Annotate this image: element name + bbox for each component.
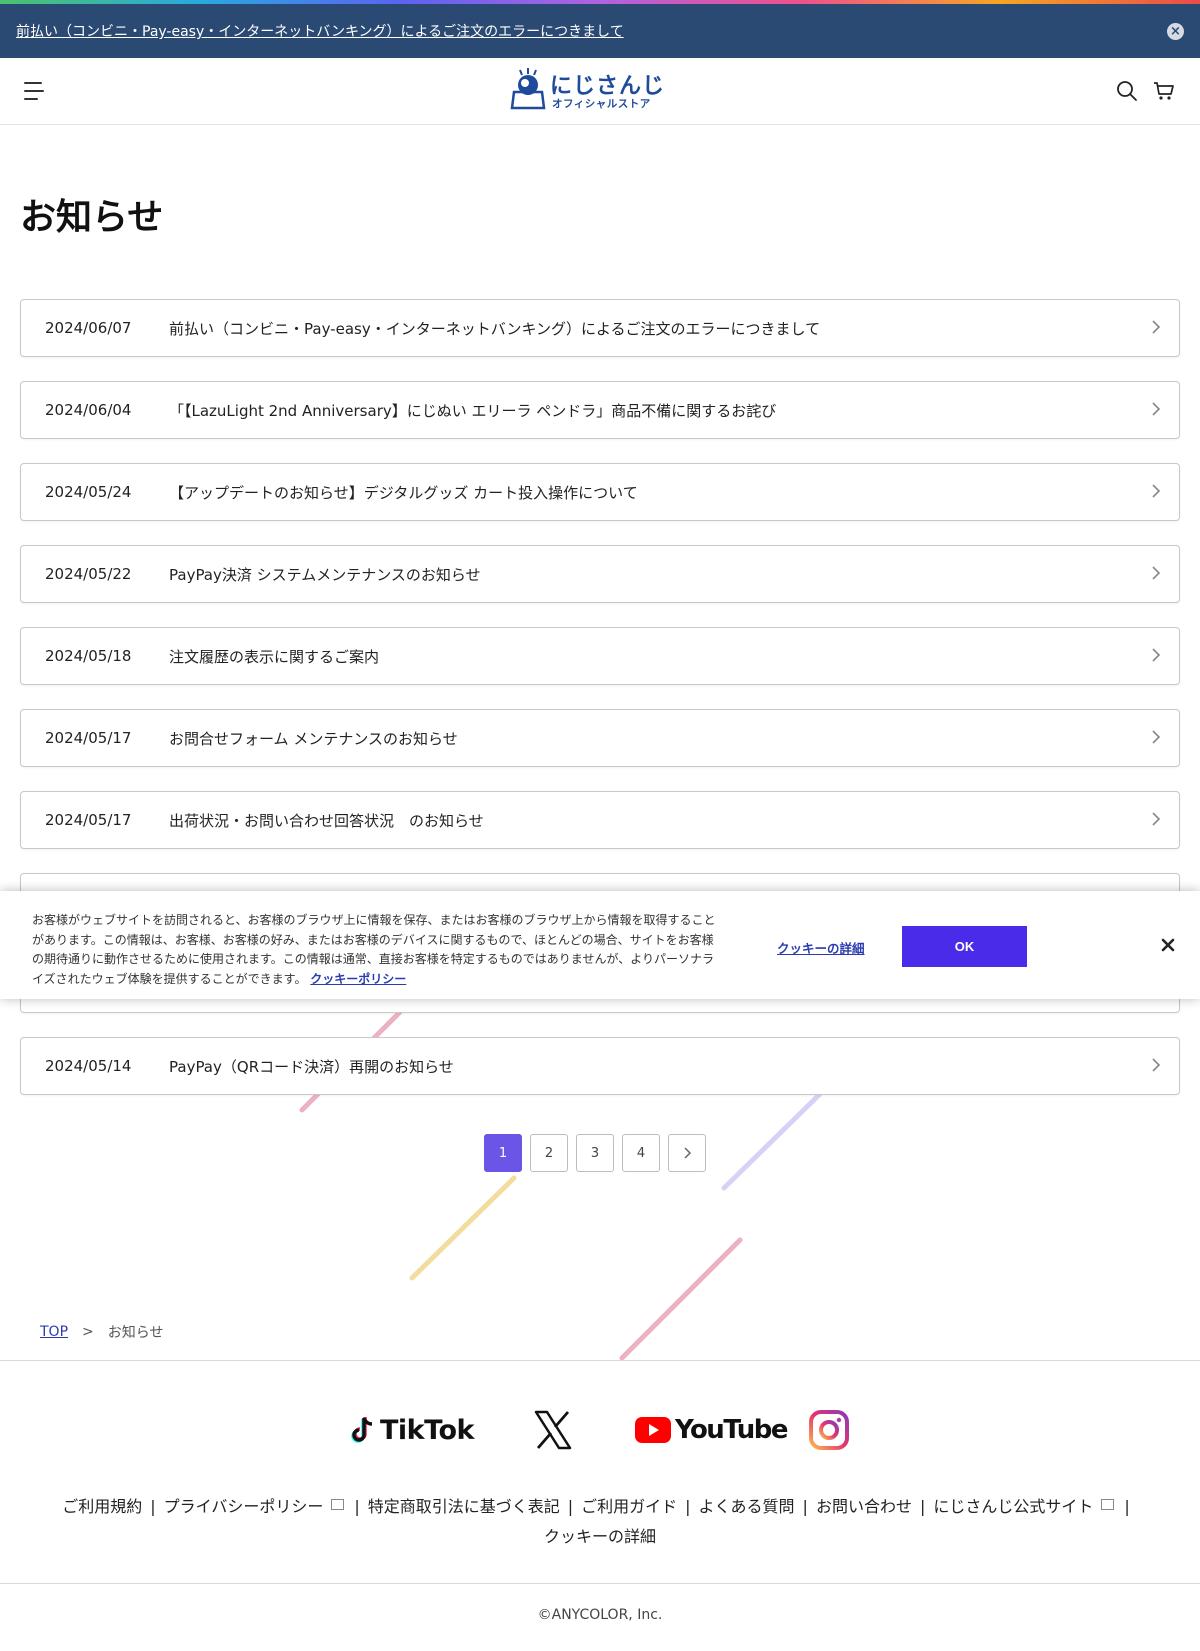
news-item[interactable]: 2024/05/14 PayPay（QRコード決済）再開のお知らせ xyxy=(20,1037,1180,1095)
pagination: 1 2 3 4 xyxy=(484,1134,706,1172)
chevron-right-icon xyxy=(1152,730,1161,744)
news-item[interactable]: 2024/05/17 お問合せフォーム メンテナンスのお知らせ xyxy=(20,709,1180,767)
search-icon[interactable] xyxy=(1114,78,1140,104)
footer-divider xyxy=(0,1360,1200,1361)
tiktok-label: TikTok xyxy=(380,1414,474,1446)
news-item[interactable]: 2024/05/24 【アップデートのお知らせ】デジタルグッズ カート投入操作に… xyxy=(20,463,1180,521)
cookie-text-block: お客様がウェブサイトを訪問されると、お客様のブラウザ上に情報を保存、またはお客様… xyxy=(32,911,722,989)
news-title: PayPay（QRコード決済）再開のお知らせ xyxy=(169,1057,454,1076)
news-date: 2024/05/22 xyxy=(45,565,132,583)
breadcrumb-current: お知らせ xyxy=(107,1325,164,1341)
cart-icon[interactable] xyxy=(1151,78,1177,104)
news-title: PayPay決済 システムメンテナンスのお知らせ xyxy=(169,565,481,584)
footer-link-guide[interactable]: ご利用ガイド xyxy=(581,1497,677,1516)
announcement-link[interactable]: 前払い（コンビニ・Pay-easy・インターネットバンキング）によるご注文のエラ… xyxy=(16,21,624,41)
tiktok-link[interactable]: TikTok xyxy=(350,1400,474,1460)
menu-icon[interactable] xyxy=(24,82,44,100)
site-logo[interactable]: にじさんじ オフィシャルストア xyxy=(508,66,668,116)
social-links: TikTok YouTube xyxy=(0,1400,1200,1460)
footer-links: ご利用規約 | プライバシーポリシー | 特定商取引法に基づく表記 | ご利用ガイド | よくあ… xyxy=(62,1497,1130,1546)
page-button-4[interactable]: 4 xyxy=(622,1134,660,1172)
news-title: 出荷状況・お問い合わせ回答状況 のお知らせ xyxy=(169,811,484,830)
announcement-close-icon[interactable]: × xyxy=(1167,23,1184,40)
footer-link-commerce-law[interactable]: 特定商取引法に基づく表記 xyxy=(368,1497,560,1516)
x-logo-icon xyxy=(534,1410,572,1450)
chevron-right-icon xyxy=(684,1147,692,1159)
news-title: 【アップデートのお知らせ】デジタルグッズ カート投入操作について xyxy=(169,483,638,502)
cookie-policy-link[interactable]: クッキーポリシー xyxy=(310,972,406,986)
external-link-icon xyxy=(331,1499,345,1510)
news-date: 2024/05/24 xyxy=(45,483,132,501)
footer-link-faq[interactable]: よくある質問 xyxy=(699,1497,795,1516)
tiktok-icon xyxy=(351,1417,373,1443)
footer-link-contact[interactable]: お問い合わせ xyxy=(816,1497,912,1516)
breadcrumb: TOP > お知らせ xyxy=(40,1322,163,1342)
cookie-details-link[interactable]: クッキーの詳細 xyxy=(777,938,865,957)
page-button-3[interactable]: 3 xyxy=(576,1134,614,1172)
logo-sub-text: オフィシャルストア xyxy=(552,98,651,110)
instagram-link[interactable] xyxy=(808,1400,850,1460)
cookie-banner: お客様がウェブサイトを訪問されると、お客様のブラウザ上に情報を保存、またはお客様… xyxy=(0,891,1200,999)
news-title: お問合せフォーム メンテナンスのお知らせ xyxy=(169,729,458,748)
page-title: お知らせ xyxy=(20,197,164,238)
chevron-right-icon xyxy=(1152,320,1161,334)
copyright: ©ANYCOLOR, Inc. xyxy=(537,1607,663,1623)
news-date: 2024/05/14 xyxy=(45,1057,132,1075)
news-date: 2024/05/17 xyxy=(45,811,132,829)
external-link-icon xyxy=(1101,1499,1115,1510)
footer-divider xyxy=(0,1583,1200,1584)
chevron-right-icon xyxy=(1152,566,1161,580)
news-item[interactable]: 2024/05/22 PayPay決済 システムメンテナンスのお知らせ xyxy=(20,545,1180,603)
chevron-right-icon xyxy=(1152,812,1161,826)
chevron-right-icon xyxy=(1152,484,1161,498)
page-button-2[interactable]: 2 xyxy=(530,1134,568,1172)
breadcrumb-separator: > xyxy=(82,1324,94,1340)
cookie-close-icon[interactable] xyxy=(1158,935,1178,955)
site-header: にじさんじ オフィシャルストア xyxy=(0,58,1200,125)
news-date: 2024/06/04 xyxy=(45,401,132,419)
x-link[interactable] xyxy=(533,1400,573,1460)
chevron-right-icon xyxy=(1152,402,1161,416)
footer-link-official-site[interactable]: にじさんじ公式サイト xyxy=(933,1497,1093,1516)
footer-link-cookie-details[interactable]: クッキーの詳細 xyxy=(544,1527,656,1546)
next-page-button[interactable] xyxy=(668,1134,706,1172)
news-date: 2024/05/17 xyxy=(45,729,132,747)
logo-mark-icon xyxy=(510,68,546,110)
news-item[interactable]: 2024/06/07 前払い（コンビニ・Pay-easy・インターネットバンキン… xyxy=(20,299,1180,357)
news-date: 2024/05/18 xyxy=(45,647,132,665)
news-title: 注文履歴の表示に関するご案内 xyxy=(169,647,380,666)
news-item[interactable]: 2024/05/18 注文履歴の表示に関するご案内 xyxy=(20,627,1180,685)
footer-link-terms[interactable]: ご利用規約 xyxy=(62,1497,142,1516)
news-item[interactable]: 2024/05/17 出荷状況・お問い合わせ回答状況 のお知らせ xyxy=(20,791,1180,849)
breadcrumb-home[interactable]: TOP xyxy=(40,1324,68,1340)
page-button-1[interactable]: 1 xyxy=(484,1134,522,1172)
news-title: 「【LazuLight 2nd Anniversary】にじぬい エリーラ ペン… xyxy=(169,401,777,420)
youtube-icon xyxy=(635,1417,671,1443)
announcement-bar: 前払い（コンビニ・Pay-easy・インターネットバンキング）によるご注文のエラ… xyxy=(0,4,1200,58)
chevron-right-icon xyxy=(1152,648,1161,662)
news-item[interactable]: 2024/06/04 「【LazuLight 2nd Anniversary】に… xyxy=(20,381,1180,439)
instagram-icon xyxy=(809,1410,849,1450)
footer-link-privacy[interactable]: プライバシーポリシー xyxy=(164,1497,324,1516)
youtube-label: YouTube xyxy=(675,1415,788,1445)
news-title: 前払い（コンビニ・Pay-easy・インターネットバンキング）によるご注文のエラ… xyxy=(169,319,821,338)
youtube-link[interactable]: YouTube xyxy=(635,1400,788,1460)
news-date: 2024/06/07 xyxy=(45,319,132,337)
chevron-right-icon xyxy=(1152,1058,1161,1072)
cookie-ok-button[interactable]: OK xyxy=(902,926,1027,967)
